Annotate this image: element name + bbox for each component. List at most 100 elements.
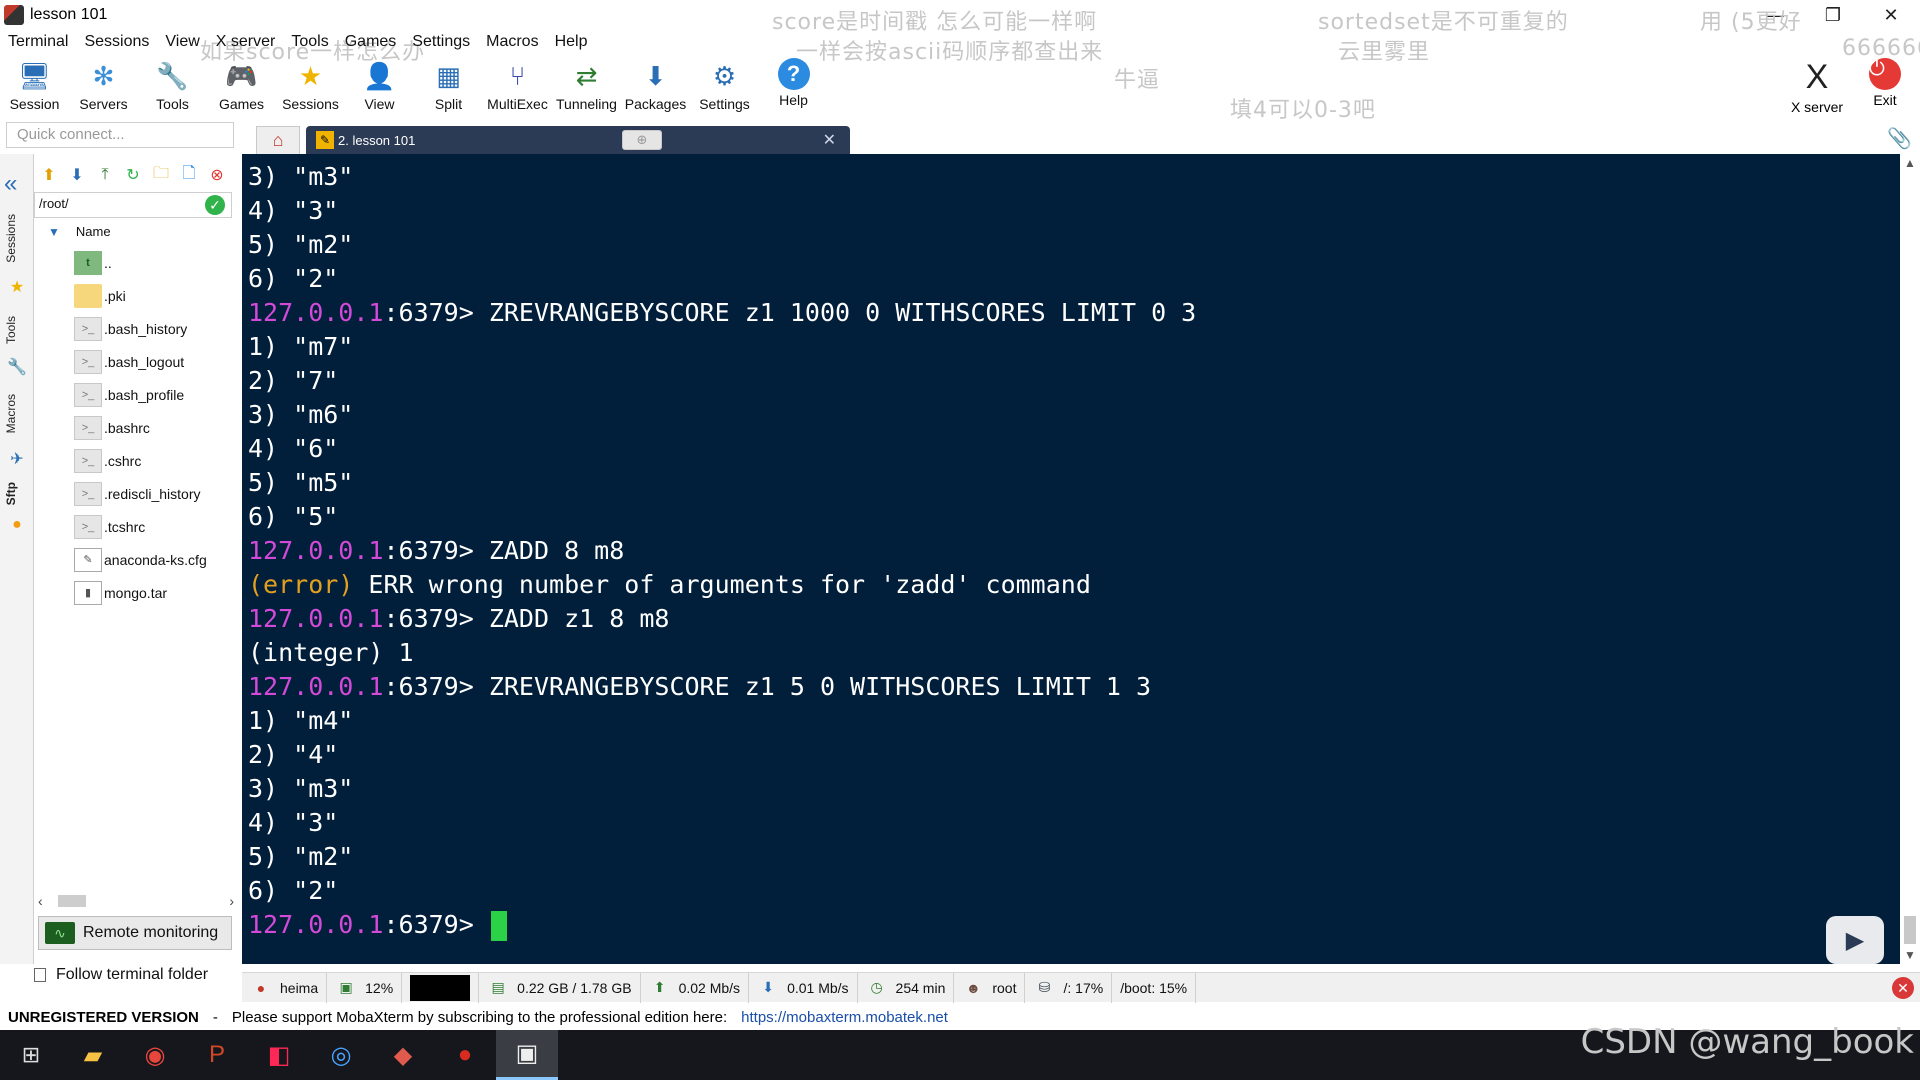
close-icon[interactable]: ✕ bbox=[1892, 977, 1914, 999]
tools-icon: 🔧 bbox=[156, 60, 189, 91]
new-folder-icon[interactable]: 🗀 bbox=[150, 164, 172, 186]
games-button[interactable]: 🎮 Games bbox=[207, 54, 276, 118]
new-file-icon[interactable]: 🗋 bbox=[178, 164, 200, 186]
powerpoint-icon: P bbox=[208, 1041, 225, 1068]
scrollbar-thumb[interactable] bbox=[1904, 916, 1916, 944]
menu-view[interactable]: View bbox=[157, 33, 207, 51]
terminal-line: 127.0.0.1:6379> ZREVRANGEBYSCORE z1 5 0 … bbox=[242, 670, 1900, 704]
refresh-icon[interactable]: ↻ bbox=[122, 164, 144, 186]
terminal-scrollbar[interactable]: ▲ ▼ bbox=[1900, 154, 1920, 964]
home-tab[interactable]: ⌂ bbox=[256, 126, 300, 154]
server-icon: ● bbox=[256, 979, 266, 996]
scroll-left-icon[interactable]: ‹ bbox=[38, 893, 43, 909]
terminal-line: 4) "3" bbox=[242, 806, 1900, 840]
start-button[interactable]: ⊞ bbox=[0, 1030, 62, 1080]
status-uptime: ◷ 254 min bbox=[858, 972, 955, 1003]
upload-icon[interactable]: ⤒ bbox=[94, 164, 116, 186]
list-item[interactable]: >_ .tcshrc bbox=[74, 510, 234, 543]
folder-up-icon[interactable]: ⬆ bbox=[38, 164, 60, 186]
horizontal-scrollbar[interactable]: ‹ › bbox=[38, 893, 234, 909]
collapse-sidebar-icon[interactable]: « bbox=[4, 170, 17, 198]
restore-button[interactable]: ❐ bbox=[1804, 0, 1862, 30]
taskbar-browser[interactable]: ◎ bbox=[310, 1030, 372, 1080]
list-item[interactable]: >_ .bash_logout bbox=[74, 345, 234, 378]
follow-folder-checkbox[interactable] bbox=[34, 968, 46, 982]
list-item[interactable]: t.. bbox=[74, 246, 234, 279]
delete-icon[interactable]: ⊗ bbox=[206, 164, 228, 186]
taskbar-mobaxterm[interactable]: ▣ bbox=[496, 1030, 558, 1080]
sort-chevron-icon[interactable]: ▼ bbox=[48, 225, 60, 239]
output-text: 5) "m5" bbox=[248, 468, 354, 497]
browser-icon: ◎ bbox=[330, 1041, 352, 1069]
list-item[interactable]: ▮ mongo.tar bbox=[74, 576, 234, 609]
menu-help[interactable]: Help bbox=[547, 33, 596, 51]
mobaxterm-link[interactable]: https://mobaxterm.mobatek.net bbox=[741, 1009, 948, 1026]
menu-xserver[interactable]: X server bbox=[208, 33, 284, 51]
list-item[interactable]: >_ .bash_history bbox=[74, 312, 234, 345]
tab-close-icon[interactable]: ✕ bbox=[823, 130, 836, 150]
taskbar-app[interactable]: ◆ bbox=[372, 1030, 434, 1080]
xserver-button[interactable]: X X server bbox=[1782, 54, 1852, 118]
sessions-button[interactable]: ★ Sessions bbox=[276, 54, 345, 118]
vtab-sftp[interactable]: Sftp bbox=[4, 482, 18, 505]
column-name[interactable]: Name bbox=[76, 224, 111, 239]
session-button[interactable]: 🖥 Session bbox=[0, 54, 69, 118]
exit-button[interactable]: ⏻ Exit bbox=[1850, 54, 1920, 118]
terminal-line: 1) "m4" bbox=[242, 704, 1900, 738]
menu-settings[interactable]: Settings bbox=[404, 33, 478, 51]
prompt-ip: 127.0.0.1 bbox=[248, 910, 384, 939]
split-button[interactable]: ▦ Split bbox=[414, 54, 483, 118]
prompt-suffix: :6379> bbox=[383, 672, 489, 701]
menu-terminal[interactable]: Terminal bbox=[0, 33, 76, 51]
terminal-output[interactable]: 3) "m3" 4) "3" 5) "m2" 6) "2" 127.0.0.1:6379… bbox=[242, 154, 1900, 964]
scrollbar-thumb[interactable] bbox=[58, 895, 86, 907]
status-host: ● heima bbox=[242, 972, 328, 1003]
list-item[interactable]: >_ .cshrc bbox=[74, 444, 234, 477]
help-button[interactable]: ? Help bbox=[759, 54, 828, 118]
list-item[interactable]: ✎ anaconda-ks.cfg bbox=[74, 543, 234, 576]
remote-monitoring-button[interactable]: ∿ Remote monitoring bbox=[38, 916, 232, 950]
follow-folder-toggle[interactable]: Follow terminal folder bbox=[34, 966, 208, 984]
menu-tools[interactable]: Tools bbox=[283, 33, 336, 51]
vtab-tools[interactable]: Tools bbox=[4, 316, 18, 344]
packages-button[interactable]: ⬇ Packages bbox=[621, 54, 690, 118]
list-item[interactable]: >_ .bashrc bbox=[74, 411, 234, 444]
view-button[interactable]: 👤 View bbox=[345, 54, 414, 118]
output-text: 2) "4" bbox=[248, 740, 339, 769]
taskbar-powerpoint[interactable]: P bbox=[186, 1030, 248, 1080]
video-play-button[interactable]: ▶ bbox=[1826, 916, 1884, 964]
tunneling-button[interactable]: ⇄ Tunneling bbox=[552, 54, 621, 118]
vtab-macros[interactable]: Macros bbox=[4, 394, 18, 433]
overlay-comment: 用 (5更好 bbox=[1700, 10, 1802, 35]
scroll-down-icon[interactable]: ▼ bbox=[1904, 948, 1916, 962]
mobaxterm-icon: ▣ bbox=[515, 1040, 539, 1067]
packages-icon: ⬇ bbox=[644, 60, 667, 91]
download-icon[interactable]: ⬇ bbox=[66, 164, 88, 186]
paperclip-icon[interactable]: 📎 bbox=[1887, 126, 1912, 151]
output-text: 3) "m3" bbox=[248, 774, 354, 803]
menu-macros[interactable]: Macros bbox=[478, 33, 546, 51]
windows-logo-icon: ⊞ bbox=[21, 1042, 41, 1067]
scroll-right-icon[interactable]: › bbox=[229, 893, 234, 909]
close-button[interactable]: ✕ bbox=[1862, 0, 1920, 30]
vtab-sessions[interactable]: Sessions bbox=[4, 214, 18, 263]
taskbar-redis[interactable]: ● bbox=[434, 1030, 496, 1080]
settings-button[interactable]: ⚙ Settings bbox=[690, 54, 759, 118]
checkmark-icon[interactable]: ✓ bbox=[205, 195, 225, 215]
multiexec-button[interactable]: ⑂ MultiExec bbox=[483, 54, 552, 118]
tools-button[interactable]: 🔧 Tools bbox=[138, 54, 207, 118]
taskbar-intellij[interactable]: ◧ bbox=[248, 1030, 310, 1080]
list-item[interactable]: >_ .bash_profile bbox=[74, 378, 234, 411]
sftp-path-input[interactable]: /root/ ✓ bbox=[34, 192, 232, 218]
taskbar-explorer[interactable]: ▰ bbox=[62, 1030, 124, 1080]
menu-games[interactable]: Games bbox=[337, 33, 405, 51]
quick-connect-input[interactable]: Quick connect... bbox=[6, 122, 234, 148]
new-tab-button[interactable]: ⊕ bbox=[622, 130, 662, 150]
list-item[interactable]: .pki bbox=[74, 279, 234, 312]
menu-sessions[interactable]: Sessions bbox=[76, 33, 157, 51]
scroll-up-icon[interactable]: ▲ bbox=[1904, 156, 1916, 170]
taskbar-chrome[interactable]: ◉ bbox=[124, 1030, 186, 1080]
servers-button[interactable]: ✻ Servers bbox=[69, 54, 138, 118]
tab-session[interactable]: ✎ 2. lesson 101 ✕ bbox=[306, 126, 850, 154]
list-item[interactable]: >_ .rediscli_history bbox=[74, 477, 234, 510]
